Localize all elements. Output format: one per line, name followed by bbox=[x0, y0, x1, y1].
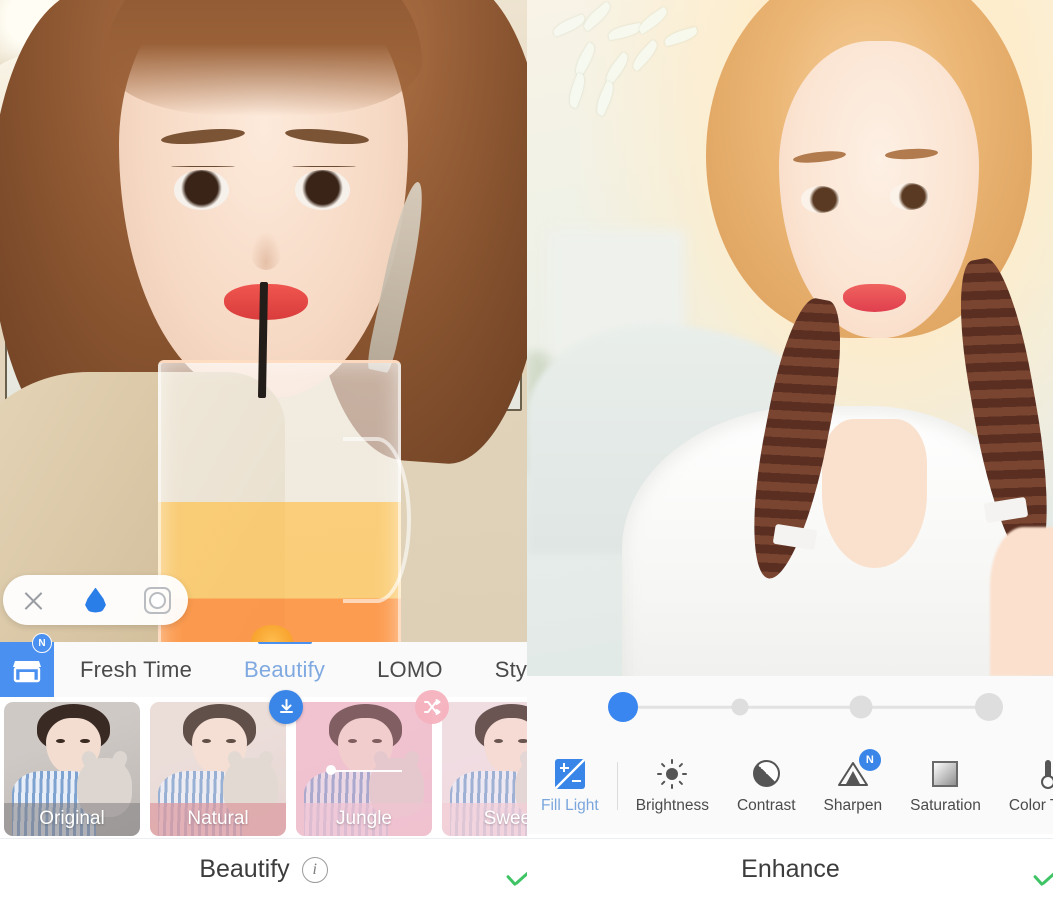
download-icon[interactable] bbox=[269, 689, 303, 724]
sharpen-icon: N bbox=[837, 748, 881, 790]
photo-preview-right[interactable] bbox=[527, 0, 1053, 676]
shape-tool-button[interactable] bbox=[126, 575, 188, 625]
close-icon bbox=[22, 589, 45, 612]
slider-node-2[interactable] bbox=[849, 695, 873, 719]
nose bbox=[250, 231, 282, 270]
store-button[interactable]: N bbox=[0, 633, 54, 697]
blur-tool-button[interactable] bbox=[65, 575, 127, 625]
enhance-bottom-bar: Enhance bbox=[527, 838, 1053, 900]
filter-label: Sweet bbox=[442, 802, 527, 836]
right-panel-enhance: Fill Light Brightness Contrast N Sharpen… bbox=[527, 0, 1053, 900]
filter-intensity-slider[interactable] bbox=[325, 763, 403, 777]
tool-contrast[interactable]: Contrast bbox=[723, 758, 810, 815]
page-title-group: Enhance bbox=[741, 855, 840, 884]
water-drop-icon bbox=[85, 587, 106, 613]
photo-preview-left[interactable] bbox=[0, 0, 527, 642]
color-temp-icon bbox=[1032, 758, 1053, 790]
enhance-slider-area bbox=[527, 676, 1053, 738]
page-title: Beautify bbox=[199, 855, 290, 883]
tool-saturation[interactable]: Saturation bbox=[896, 758, 995, 815]
tool-label: Fill Light bbox=[541, 796, 599, 814]
tab-label: Beautify bbox=[244, 656, 326, 682]
eye-left bbox=[173, 170, 230, 210]
tool-sharpen[interactable]: N Sharpen bbox=[810, 748, 897, 815]
eye-right bbox=[295, 170, 351, 210]
fringe bbox=[105, 0, 422, 116]
tab-label: Sty bbox=[494, 656, 527, 682]
eyelid-right bbox=[292, 165, 356, 167]
tool-label: Color Temp bbox=[1008, 796, 1053, 814]
tool-label: Contrast bbox=[736, 796, 796, 814]
enhance-tool-row[interactable]: Fill Light Brightness Contrast N Sharpen… bbox=[527, 738, 1053, 834]
tab-style[interactable]: Sty bbox=[469, 642, 527, 697]
eyelid-left bbox=[171, 165, 235, 167]
beautify-bottom-bar: Beautify i bbox=[0, 838, 527, 900]
slider-track bbox=[635, 705, 977, 709]
tab-fresh-time[interactable]: Fresh Time bbox=[54, 642, 218, 697]
store-new-badge: N bbox=[32, 633, 52, 653]
tool-label: Sharpen bbox=[823, 796, 883, 814]
arm bbox=[989, 527, 1053, 676]
info-icon[interactable]: i bbox=[301, 856, 328, 883]
neck bbox=[821, 419, 927, 568]
fill-light-icon bbox=[554, 758, 586, 790]
tab-list[interactable]: Fresh Time Beautify LOMO Sty bbox=[54, 642, 527, 697]
tab-label: LOMO bbox=[377, 656, 443, 682]
filter-label: Natural bbox=[150, 802, 286, 836]
rounded-square-icon bbox=[143, 586, 171, 614]
tool-divider bbox=[616, 762, 618, 810]
filter-label: Jungle bbox=[296, 802, 432, 836]
filter-item-jungle[interactable]: Jungle bbox=[296, 689, 449, 836]
tool-label: Brightness bbox=[635, 796, 709, 814]
slider-node-3[interactable] bbox=[975, 693, 1003, 721]
tool-brightness[interactable]: Brightness bbox=[622, 758, 723, 815]
tab-lomo[interactable]: LOMO bbox=[351, 642, 469, 697]
lips bbox=[842, 283, 906, 313]
filter-item-natural[interactable]: Natural bbox=[150, 689, 303, 836]
brightness-icon bbox=[656, 758, 688, 790]
left-panel-beautify: N Fresh Time Beautify LOMO Sty Original … bbox=[0, 0, 527, 900]
close-button[interactable] bbox=[3, 575, 65, 625]
filter-tab-bar: N Fresh Time Beautify LOMO Sty bbox=[0, 633, 527, 697]
intensity-slider[interactable] bbox=[608, 692, 1003, 722]
pitcher-handle bbox=[342, 436, 412, 604]
floating-toolbar bbox=[3, 575, 188, 625]
filter-item-sweet[interactable]: Sweet bbox=[442, 701, 527, 836]
eye-left bbox=[800, 185, 840, 213]
tool-fill-light[interactable]: Fill Light bbox=[527, 758, 613, 815]
orange-slice bbox=[250, 625, 294, 642]
slider-node-0[interactable] bbox=[608, 692, 638, 722]
slider-node-1[interactable] bbox=[731, 698, 749, 716]
tab-beautify[interactable]: Beautify bbox=[218, 642, 351, 697]
eye-right bbox=[889, 182, 930, 210]
page-title-group: Beautify i bbox=[199, 855, 328, 884]
sharpen-new-badge: N bbox=[858, 748, 881, 771]
filter-strip[interactable]: Original Natural Jungle Swee bbox=[0, 689, 527, 838]
tab-label: Fresh Time bbox=[80, 656, 193, 682]
saturation-icon bbox=[929, 758, 961, 790]
filter-item-original[interactable]: Original bbox=[4, 701, 145, 836]
tool-label: Saturation bbox=[910, 796, 981, 814]
tool-color-temp[interactable]: Color Temp bbox=[995, 758, 1053, 815]
filter-label: Original bbox=[4, 802, 140, 836]
shop-icon bbox=[13, 660, 41, 682]
shuffle-icon[interactable] bbox=[415, 689, 449, 724]
app-screen: N Fresh Time Beautify LOMO Sty Original … bbox=[0, 0, 1053, 900]
contrast-icon bbox=[750, 758, 782, 790]
page-title: Enhance bbox=[741, 855, 840, 883]
